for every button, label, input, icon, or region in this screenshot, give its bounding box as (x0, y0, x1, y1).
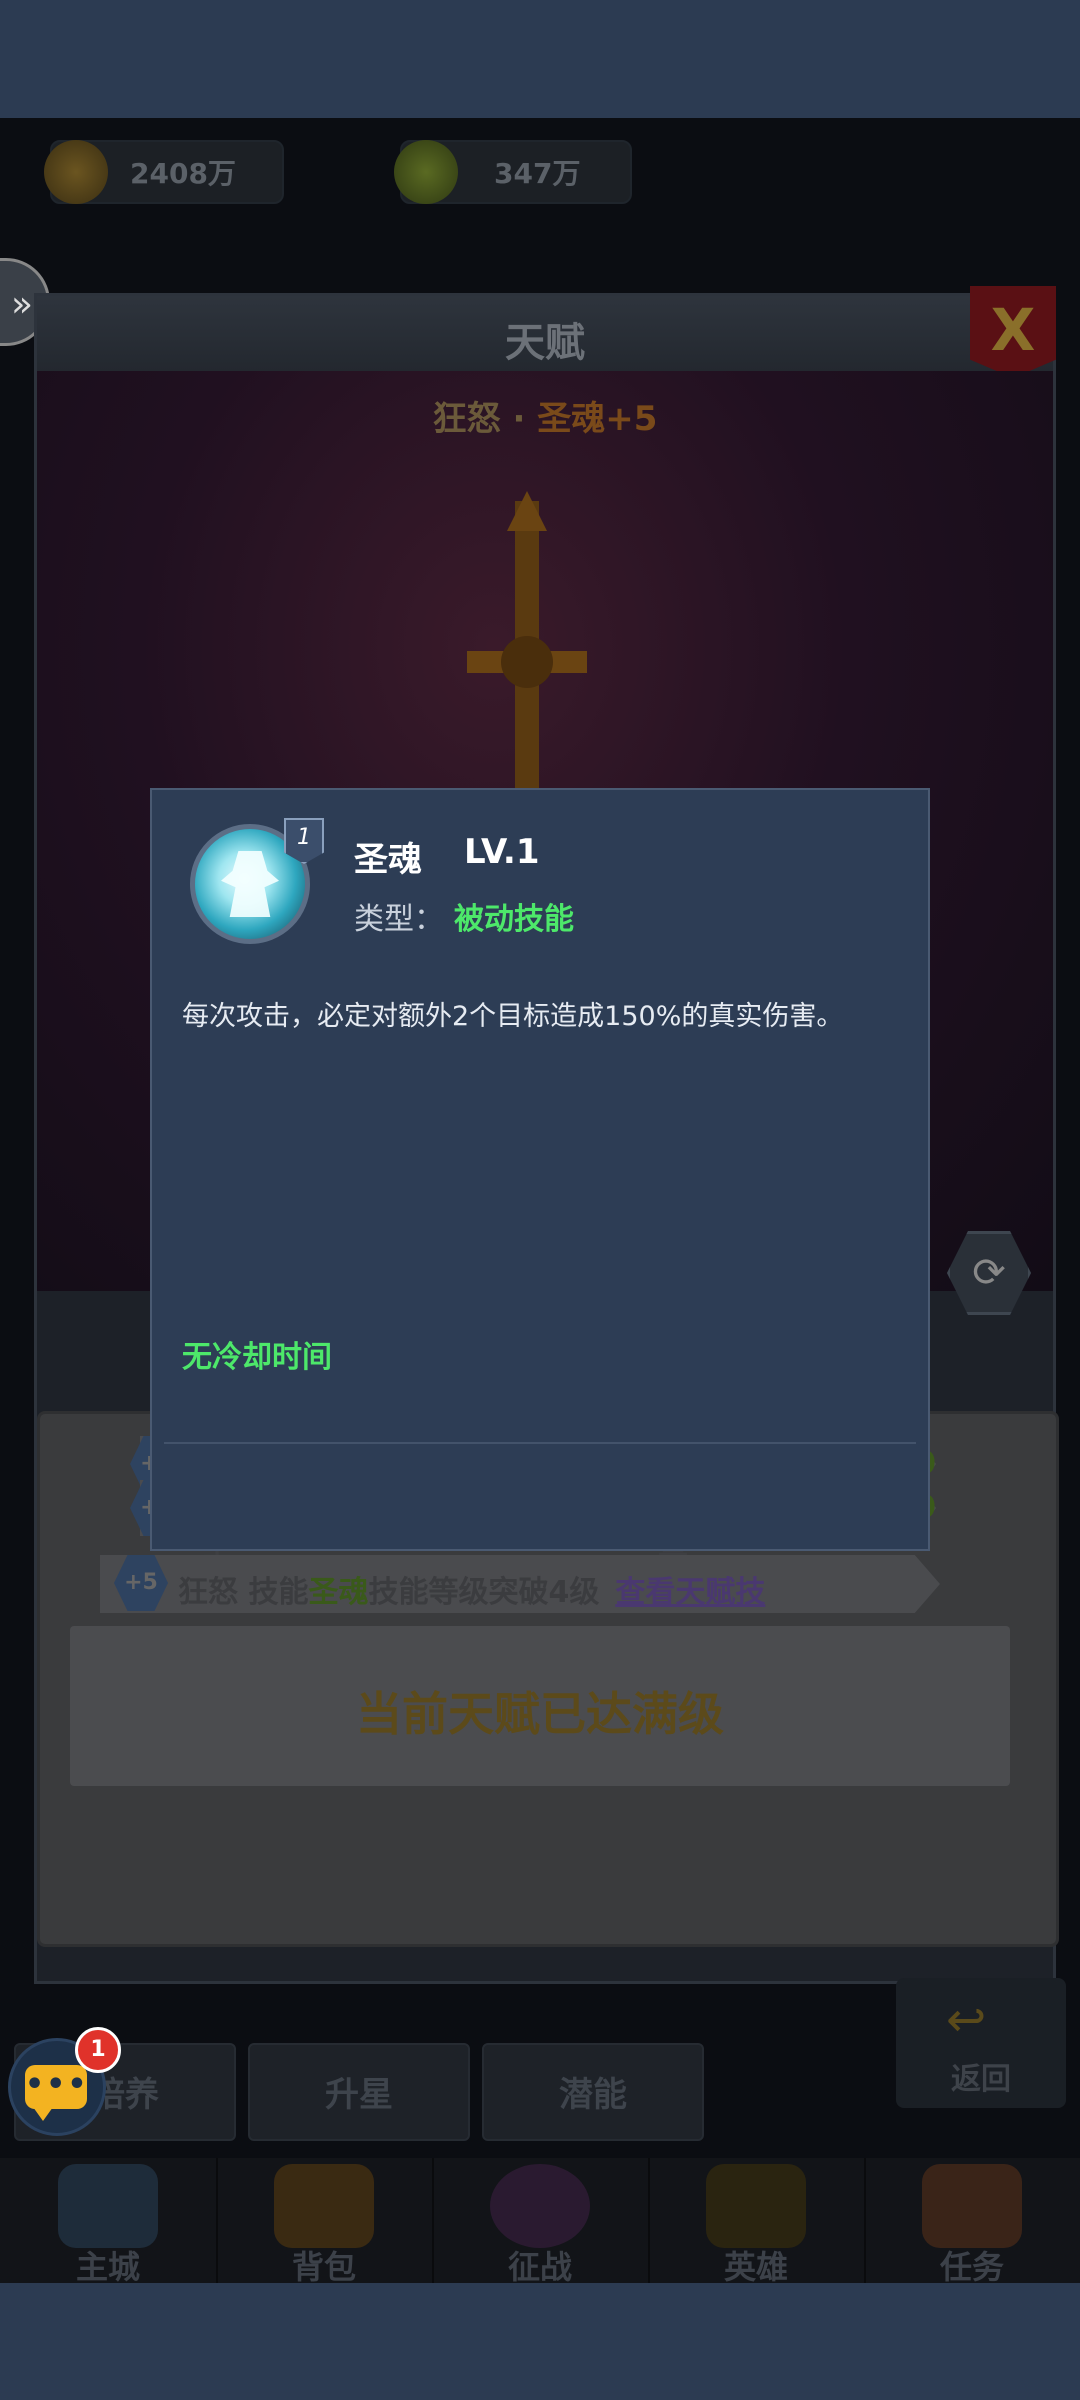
tab-label: 潜能 (559, 2075, 627, 2115)
skill-description: 每次攻击，必定对额外2个目标造成150%的真实伤害。 (182, 1001, 844, 1032)
gold-amount: 2408万 (130, 157, 236, 190)
nav-item-bag[interactable]: 背包 (216, 2158, 434, 2283)
maxed-text: 当前天赋已达满级 (356, 1687, 724, 1741)
plus5-skill: 圣魂 (308, 1575, 369, 1610)
helmet-icon (706, 2164, 806, 2248)
scroll-icon (922, 2164, 1022, 2248)
back-arrow-icon: ↩ (946, 1992, 987, 2048)
skill-type-value: 被动技能 (454, 902, 574, 937)
chat-notification-badge: 1 (75, 2027, 121, 2073)
portal-icon (490, 2164, 590, 2248)
castle-icon (58, 2164, 158, 2248)
talent-title: 狂怒 · 圣魂+5 (37, 391, 1053, 440)
skill-detail-popup: 1 圣魂 LV.1 类型： 被动技能 每次攻击，必定对额外2个目标造成150%的… (150, 788, 930, 1551)
close-button[interactable]: X (970, 286, 1056, 378)
gold-coin-icon (44, 140, 108, 204)
tab-potential[interactable]: 潜能 (482, 2043, 704, 2141)
nav-label: 征战 (507, 2248, 572, 2283)
gold-currency[interactable]: 2408万 (44, 140, 284, 204)
tab-star[interactable]: 升星 (248, 2043, 470, 2141)
back-button[interactable]: ↩ 返回 (896, 1978, 1066, 2108)
chat-button[interactable]: ••• 1 (8, 2027, 121, 2136)
panel-title-bar: 天赋 (37, 296, 1053, 371)
skill-cooldown: 无冷却时间 (182, 1340, 332, 1375)
nav-item-battle[interactable]: 征战 (432, 2158, 650, 2283)
nav-label: 主城 (75, 2248, 140, 2283)
chat-bubble-icon: ••• (25, 2065, 89, 2121)
talent-name: 狂怒 (432, 399, 501, 439)
chest-icon (274, 2164, 374, 2248)
game-screen: 2408万 347万 » 天赋 X 狂怒 · 圣魂+5 ⟳ +1 攻击 2000 (0, 118, 1080, 2283)
nav-item-heroes[interactable]: 英雄 (648, 2158, 866, 2283)
nav-item-tasks[interactable]: 任务 (864, 2158, 1080, 2283)
bottom-nav: 主城 背包 征战 英雄 任务 (0, 2158, 1080, 2283)
skill-level: LV.1 (464, 832, 540, 872)
switch-skill-icon[interactable]: ⟳ (947, 1231, 1031, 1315)
plus5-text: 狂怒 技能圣魂技能等级突破4级 查看天赋技 (178, 1567, 765, 1611)
nav-label: 任务 (939, 2248, 1004, 2283)
skill-type-label: 类型： (354, 902, 444, 937)
gem-amount: 347万 (494, 157, 581, 190)
gem-icon (394, 140, 458, 204)
stat-badge: +5 (114, 1555, 168, 1611)
nav-label: 英雄 (723, 2248, 788, 2283)
panel-title: 天赋 (505, 320, 585, 366)
talent-level: 圣魂+5 (537, 399, 658, 439)
skill-figure-icon (221, 851, 279, 917)
tab-label: 升星 (325, 2075, 393, 2115)
skill-name: 圣魂 (354, 840, 422, 880)
chat-dots: ••• (25, 2067, 89, 2102)
navigation-bar-area (0, 2283, 1080, 2400)
plus5-suffix: 技能等级突破4级 (368, 1575, 600, 1610)
nav-item-main-city[interactable]: 主城 (0, 2158, 218, 2283)
gem-currency[interactable]: 347万 (394, 140, 632, 204)
nav-label: 背包 (291, 2248, 356, 2283)
status-bar-area (0, 0, 1080, 118)
back-label: 返回 (951, 2062, 1011, 2097)
plus5-prefix: 狂怒 技能 (178, 1575, 309, 1610)
divider (164, 1442, 916, 1444)
view-talent-skill-link[interactable]: 查看天赋技 (615, 1575, 765, 1610)
maxed-box: 当前天赋已达满级 (70, 1626, 1010, 1786)
talent-plus5-row: +5 狂怒 技能圣魂技能等级突破4级 查看天赋技 (100, 1555, 940, 1613)
talent-separator: · (500, 399, 538, 439)
